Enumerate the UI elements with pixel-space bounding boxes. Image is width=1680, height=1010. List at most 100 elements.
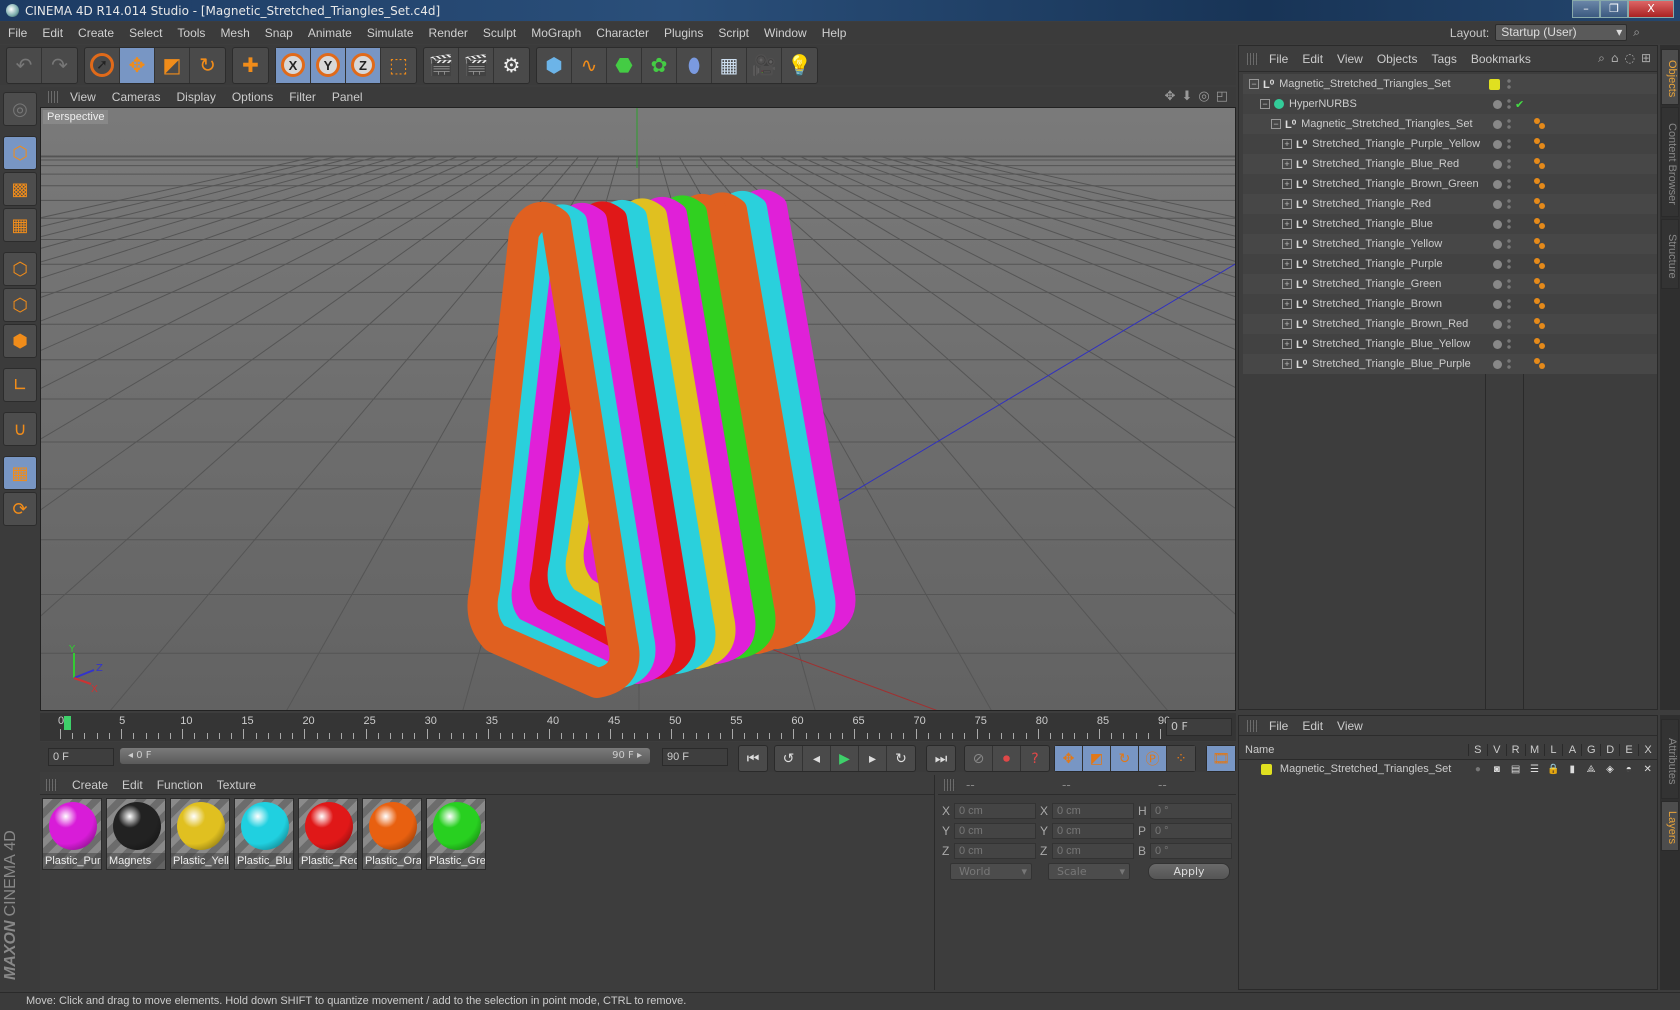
object-menu-view[interactable]: View (1337, 52, 1363, 66)
material-tag-icon[interactable] (1533, 177, 1547, 191)
layer-column-name[interactable]: Name (1239, 744, 1468, 756)
material-tag-icon[interactable] (1533, 297, 1547, 311)
visibility-dot[interactable] (1493, 359, 1502, 369)
rotate-tool-icon[interactable]: ↻ (190, 48, 225, 83)
maximize-button[interactable]: ❐ (1600, 0, 1628, 18)
record-active-objects-icon[interactable]: ⊘ (965, 746, 993, 771)
material-menu-create[interactable]: Create (72, 778, 108, 792)
search-icon[interactable]: ⌕ (1633, 25, 1640, 40)
object-row[interactable]: + L⁰ Stretched_Triangle_Blue_Red (1243, 154, 1657, 174)
edges-mode-icon[interactable]: ⬡ (3, 288, 37, 322)
menu-animate[interactable]: Animate (308, 26, 352, 40)
layer-deformers-icon[interactable]: ◈ (1600, 764, 1619, 775)
coordinate-field[interactable]: 0 cm (1052, 803, 1134, 819)
layer-xref-icon[interactable]: ✕ (1638, 764, 1657, 775)
visibility-dot[interactable] (1493, 159, 1502, 169)
workplane-mode-icon[interactable]: ▦ (3, 208, 37, 242)
search-icon[interactable]: ⌕ (1598, 51, 1605, 66)
editor-render-visibility-dots[interactable] (1507, 338, 1511, 350)
texture-mode-icon[interactable]: ▩ (3, 172, 37, 206)
material-tag-icon[interactable] (1533, 337, 1547, 351)
layer-column-v[interactable]: V (1486, 743, 1506, 756)
side-tab-layers[interactable]: Layers (1661, 801, 1679, 851)
object-row[interactable]: + L⁰ Stretched_Triangle_Yellow (1243, 234, 1657, 254)
recent-tools-icon[interactable]: ✚ (233, 48, 268, 83)
object-row[interactable]: + L⁰ Stretched_Triangle_Brown (1243, 294, 1657, 314)
visibility-dot[interactable] (1493, 319, 1502, 329)
layer-column-l[interactable]: L (1543, 743, 1563, 756)
key-scale-icon[interactable]: ◩ (1083, 746, 1111, 771)
collapse-icon[interactable]: − (1249, 79, 1259, 89)
layer-menu-edit[interactable]: Edit (1302, 719, 1323, 733)
close-button[interactable]: X (1628, 0, 1674, 18)
live-selection-icon[interactable]: ➚ (85, 47, 120, 83)
coordinate-field[interactable]: 0 cm (1052, 843, 1134, 859)
menu-sculpt[interactable]: Sculpt (483, 26, 516, 40)
object-row[interactable]: + L⁰ Stretched_Triangle_Blue (1243, 214, 1657, 234)
object-row[interactable]: + L⁰ Stretched_Triangle_Purple_Yellow (1243, 134, 1657, 154)
object-row[interactable]: + L⁰ Stretched_Triangle_Purple (1243, 254, 1657, 274)
model-mode-icon[interactable]: ⬡ (3, 136, 37, 170)
layer-column-a[interactable]: A (1562, 743, 1581, 756)
previous-frame-icon[interactable]: ◂ (803, 746, 831, 771)
visibility-dot[interactable] (1493, 179, 1502, 189)
editor-render-visibility-dots[interactable] (1507, 138, 1511, 150)
key-parameter-icon[interactable]: Ⓟ (1139, 746, 1167, 771)
make-editable-icon[interactable]: ◎ (3, 92, 37, 126)
go-to-start-icon[interactable]: ⏮ (739, 746, 767, 771)
cube-primitive-icon[interactable]: ⬢ (537, 47, 572, 83)
coordinate-mode-dropdown[interactable]: World ▾ (950, 863, 1032, 880)
menu-select[interactable]: Select (129, 26, 162, 40)
render-view-icon[interactable]: 🎬 (424, 47, 459, 83)
material-swatch[interactable]: Plastic_Ora (362, 798, 422, 870)
menu-tools[interactable]: Tools (177, 26, 205, 40)
coordinate-field[interactable]: 0 ° (1150, 843, 1232, 859)
layer-solo-icon[interactable]: ● (1468, 764, 1487, 775)
deformer-icon[interactable]: ⬮ (677, 47, 712, 83)
visibility-dot[interactable] (1493, 199, 1502, 209)
menu-create[interactable]: Create (78, 26, 114, 40)
editor-render-visibility-dots[interactable] (1507, 318, 1511, 330)
object-row[interactable]: + L⁰ Stretched_Triangle_Brown_Red (1243, 314, 1657, 334)
visibility-dot[interactable] (1493, 239, 1502, 249)
menu-snap[interactable]: Snap (265, 26, 293, 40)
material-swatch[interactable]: Magnets (106, 798, 166, 870)
layer-locked-icon[interactable]: 🔒 (1544, 764, 1563, 775)
snap-magnet-icon[interactable]: ∪ (3, 412, 37, 446)
layout-dropdown[interactable]: Startup (User) ▾ (1495, 24, 1628, 41)
orbit-view-icon[interactable]: ◎ (1198, 89, 1209, 104)
redo-icon[interactable]: ↷ (42, 48, 77, 83)
transform-mode-dropdown[interactable]: Scale ▾ (1048, 863, 1130, 880)
key-point-level-icon[interactable]: ⁘ (1167, 746, 1195, 771)
nurbs-icon[interactable]: ⬣ (607, 47, 642, 83)
material-swatch[interactable]: Plastic_Red (298, 798, 358, 870)
editor-render-visibility-dots[interactable] (1507, 238, 1511, 250)
editor-render-visibility-dots[interactable] (1507, 298, 1511, 310)
object-row[interactable]: + L⁰ Stretched_Triangle_Green (1243, 274, 1657, 294)
material-tag-icon[interactable] (1533, 217, 1547, 231)
layer-column-d[interactable]: D (1600, 743, 1619, 756)
visibility-dot[interactable] (1493, 339, 1502, 349)
next-key-icon[interactable]: ↻ (887, 746, 915, 771)
editor-render-visibility-dots[interactable] (1507, 358, 1511, 370)
panel-grip[interactable] (1247, 52, 1259, 65)
next-frame-icon[interactable]: ▸ (859, 746, 887, 771)
render-picture-viewer-icon[interactable]: 🎬 (459, 47, 494, 83)
material-tag-icon[interactable] (1533, 197, 1547, 211)
editor-render-visibility-dots[interactable] (1507, 158, 1511, 170)
x-axis-lock-button[interactable]: X (276, 47, 311, 83)
pan-view-icon[interactable]: ✥ (1165, 89, 1176, 104)
material-tag-icon[interactable] (1533, 277, 1547, 291)
visibility-dot[interactable] (1493, 299, 1502, 309)
key-position-icon[interactable]: ✥ (1055, 746, 1083, 771)
light-icon[interactable]: 💡 (782, 48, 817, 83)
editor-render-visibility-dots[interactable] (1507, 118, 1511, 130)
home-icon[interactable]: ⌂ (1611, 51, 1619, 66)
zoom-view-icon[interactable]: ⬇ (1181, 89, 1192, 104)
viewport-menu-display[interactable]: Display (176, 90, 215, 104)
menu-mesh[interactable]: Mesh (220, 26, 249, 40)
expand-icon[interactable]: + (1282, 179, 1292, 189)
object-menu-edit[interactable]: Edit (1302, 52, 1323, 66)
frame-range-slider[interactable]: ◂ 0 F 90 F ▸ (120, 748, 650, 764)
visibility-dot[interactable] (1493, 119, 1502, 129)
